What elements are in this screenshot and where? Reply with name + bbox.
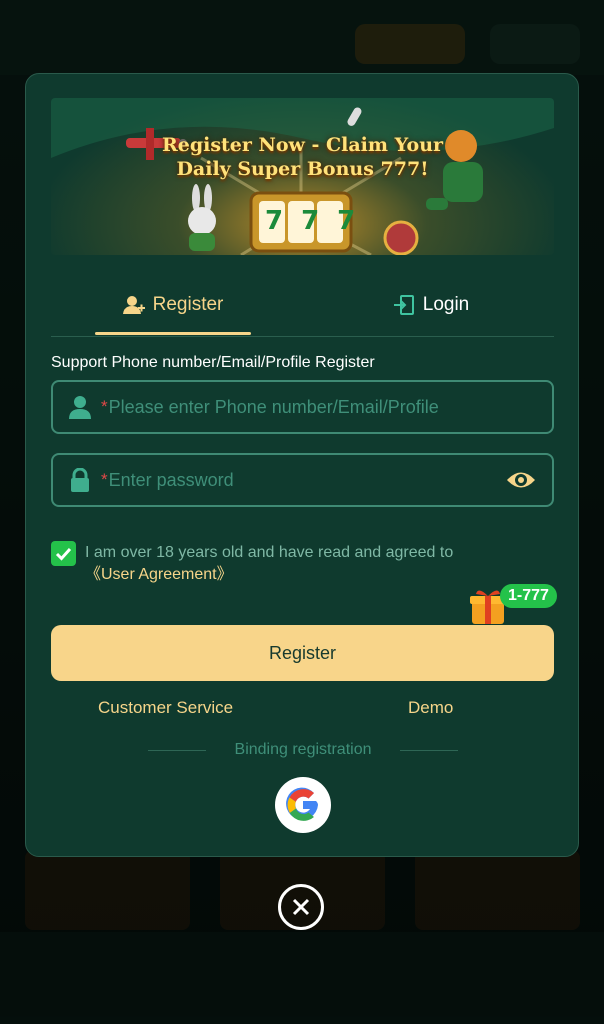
tab-register-label: Register — [152, 294, 224, 315]
active-tab-indicator — [95, 332, 251, 335]
tab-login[interactable]: Login — [341, 274, 521, 336]
register-modal: Register Now - Claim Your Daily Super Bo… — [25, 73, 579, 857]
binding-registration-divider: Binding registration — [26, 739, 580, 763]
user-icon — [59, 395, 101, 419]
google-signin-button[interactable] — [275, 777, 331, 833]
bonus-badge: 1-777 — [500, 584, 557, 608]
banner-headline-line2: Daily Super Bonus 777! — [176, 158, 429, 180]
register-button[interactable]: Register — [51, 625, 554, 681]
password-field[interactable]: * Enter password — [51, 453, 554, 507]
bonus-gift[interactable]: 1-777 — [468, 582, 568, 626]
banner-slot-reel: 777 — [265, 206, 374, 236]
password-input-placeholder: Enter password — [108, 469, 234, 490]
customer-service-link[interactable]: Customer Service — [98, 698, 233, 718]
banner-headline-line1: Register Now - Claim Your — [161, 134, 444, 156]
close-icon — [292, 898, 310, 916]
auth-tabs: Register Login — [51, 274, 554, 337]
agreement-text: I am over 18 years old and have read and… — [85, 544, 454, 561]
user-plus-icon — [122, 295, 145, 315]
show-password-eye-icon[interactable] — [506, 468, 536, 497]
support-label: Support Phone number/Email/Profile Regis… — [51, 354, 375, 371]
demo-link[interactable]: Demo — [408, 698, 453, 718]
required-mark: * — [101, 397, 108, 416]
login-door-icon — [393, 294, 415, 316]
account-input-placeholder: Please enter Phone number/Email/Profile — [108, 396, 439, 417]
user-agreement-link[interactable]: 《User Agreement》 — [85, 566, 233, 583]
google-icon — [286, 787, 318, 821]
required-mark: * — [101, 470, 108, 489]
close-modal-button[interactable] — [278, 884, 324, 930]
account-field[interactable]: * Please enter Phone number/Email/Profil… — [51, 380, 554, 434]
lock-icon — [59, 468, 101, 492]
tab-register[interactable]: Register — [95, 274, 251, 336]
tab-login-label: Login — [422, 294, 470, 315]
promo-banner: Register Now - Claim Your Daily Super Bo… — [51, 98, 554, 255]
checkmark-icon — [55, 547, 72, 561]
binding-registration-label: Binding registration — [234, 741, 372, 758]
agreement-checkbox[interactable] — [51, 541, 76, 566]
